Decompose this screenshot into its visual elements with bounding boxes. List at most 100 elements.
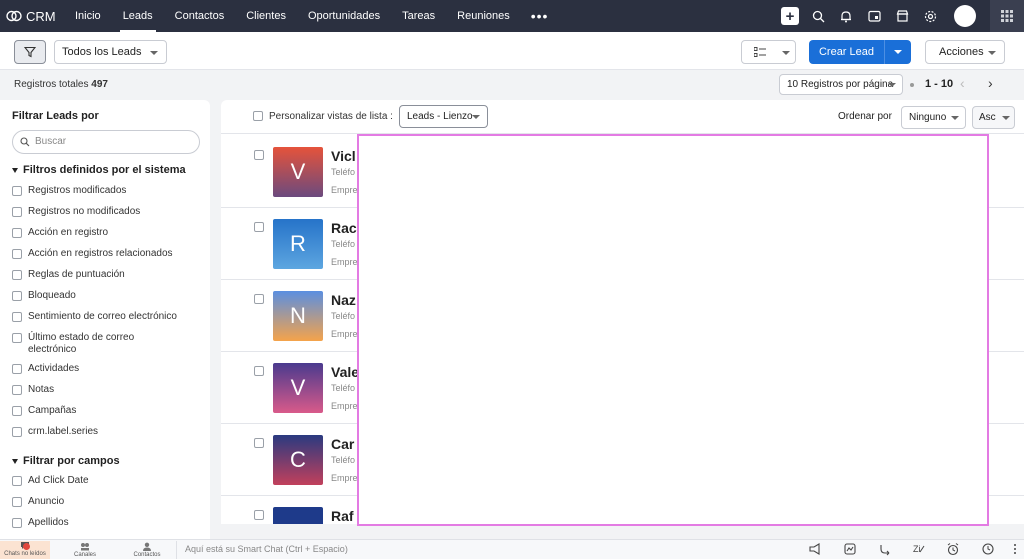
nav-item-tareas[interactable]: Tareas: [391, 0, 446, 32]
plus-icon: +: [781, 7, 799, 25]
sort-order-label: Asc: [979, 112, 996, 123]
filter-option[interactable]: Anuncio: [12, 496, 202, 508]
checkbox[interactable]: [12, 291, 22, 301]
checkbox[interactable]: [12, 249, 22, 259]
filter-option[interactable]: Notas: [12, 384, 202, 396]
nav-right-tools: +: [776, 0, 1024, 32]
nav-item-inicio[interactable]: Inicio: [64, 0, 112, 32]
nav-item-leads[interactable]: Leads: [112, 0, 164, 32]
bell-icon[interactable]: [832, 0, 860, 32]
checkbox[interactable]: [12, 207, 22, 217]
crm-logo[interactable]: CRM: [0, 9, 64, 24]
lead-avatar-tile: V: [273, 147, 323, 197]
calendar-icon[interactable]: [860, 0, 888, 32]
row-checkbox[interactable]: [254, 222, 264, 232]
filter-option[interactable]: Campañas: [12, 405, 202, 417]
checkbox[interactable]: [12, 333, 22, 343]
lead-phone: Teléfo: [331, 383, 356, 393]
refresh-icon[interactable]: [878, 542, 892, 556]
lead-phone: Teléfo: [331, 167, 356, 177]
search-icon[interactable]: [804, 0, 832, 32]
lead-company: Empre: [331, 257, 357, 267]
alarm-clock-icon[interactable]: [946, 542, 960, 556]
row-checkbox[interactable]: [254, 366, 264, 376]
checkbox[interactable]: [12, 406, 22, 416]
lead-name[interactable]: Raf: [331, 508, 357, 524]
field-filters-section[interactable]: Filtrar por campos: [12, 455, 120, 467]
nav-item-contactos[interactable]: Contactos: [164, 0, 236, 32]
previous-page-icon[interactable]: ‹: [960, 75, 965, 91]
filter-option[interactable]: Último estado de correo electrónico: [12, 332, 162, 356]
nav-more-icon[interactable]: •••: [521, 0, 559, 32]
more-vertical-icon[interactable]: [1008, 542, 1022, 556]
create-lead-label: Crear Lead: [809, 40, 885, 64]
lead-name[interactable]: Naz: [331, 292, 357, 308]
row-checkbox[interactable]: [254, 294, 264, 304]
row-checkbox[interactable]: [254, 510, 264, 520]
filter-option[interactable]: Reglas de puntuación: [12, 269, 202, 281]
channels-button[interactable]: Canales: [60, 542, 110, 558]
sort-field-select[interactable]: Ninguno: [901, 106, 966, 129]
lead-name[interactable]: Vale: [331, 364, 357, 380]
checkbox[interactable]: [12, 497, 22, 507]
filter-option[interactable]: Actividades: [12, 363, 202, 375]
lead-name[interactable]: Rac: [331, 220, 357, 236]
next-page-icon[interactable]: ›: [988, 75, 993, 91]
nav-item-clientes[interactable]: Clientes: [235, 0, 297, 32]
checkbox[interactable]: [12, 186, 22, 196]
list-layout-button[interactable]: [741, 40, 796, 64]
analytics-icon[interactable]: [843, 542, 857, 556]
filter-toggle-button[interactable]: [14, 40, 46, 64]
filter-option[interactable]: Apellidos: [12, 517, 202, 529]
checkbox[interactable]: [12, 270, 22, 280]
checkbox[interactable]: [12, 228, 22, 238]
row-checkbox[interactable]: [254, 438, 264, 448]
checkbox[interactable]: [12, 364, 22, 374]
checkbox[interactable]: [12, 312, 22, 322]
smart-chat-input[interactable]: Aquí está su Smart Chat (Ctrl + Espacio): [176, 541, 796, 559]
checkbox[interactable]: [12, 518, 22, 528]
filter-option[interactable]: Bloqueado: [12, 290, 202, 302]
records-per-page-select[interactable]: 10 Registros por página: [779, 74, 903, 95]
filter-option[interactable]: Acción en registro: [12, 227, 202, 239]
unread-chats-button[interactable]: Chats no leídos: [0, 541, 50, 559]
gear-icon[interactable]: [916, 0, 944, 32]
app-grid-icon[interactable]: [990, 0, 1024, 32]
filter-option[interactable]: crm.label.series: [12, 426, 202, 438]
checkbox[interactable]: [12, 476, 22, 486]
filter-label: Acción en registros relacionados: [28, 248, 173, 259]
lead-name[interactable]: Car: [331, 436, 357, 452]
select-all-checkbox[interactable]: [253, 111, 263, 121]
filter-label: Bloqueado: [28, 290, 76, 301]
lead-company: Empre: [331, 473, 357, 483]
contacts-button[interactable]: Contactos: [122, 542, 172, 558]
filter-option[interactable]: Registros modificados: [12, 185, 202, 197]
create-lead-dropdown[interactable]: [885, 40, 911, 64]
checkbox[interactable]: [12, 427, 22, 437]
row-checkbox[interactable]: [254, 150, 264, 160]
translate-icon[interactable]: Zi: [912, 542, 926, 556]
megaphone-icon[interactable]: [808, 542, 822, 556]
filter-label: Registros modificados: [28, 185, 127, 196]
marketplace-icon[interactable]: [888, 0, 916, 32]
system-filters-section[interactable]: Filtros definidos por el sistema: [12, 164, 186, 176]
canvas-view-select[interactable]: Leads - Lienzo: [399, 105, 488, 128]
filter-option[interactable]: Acción en registros relacionados: [12, 248, 202, 260]
lead-name[interactable]: Vicl: [331, 148, 357, 164]
sort-order-select[interactable]: Asc: [972, 106, 1015, 129]
sidebar-search-input[interactable]: Buscar: [12, 130, 200, 154]
filter-option[interactable]: Ad Click Date: [12, 475, 202, 487]
view-selector[interactable]: Todos los Leads: [54, 40, 167, 64]
lead-initial: V: [290, 159, 306, 184]
actions-button[interactable]: Acciones: [925, 40, 1005, 64]
create-lead-button[interactable]: Crear Lead: [809, 40, 911, 64]
history-icon[interactable]: [981, 542, 995, 556]
lead-initial: R: [290, 231, 306, 256]
filter-option[interactable]: Sentimiento de correo electrónico: [12, 311, 202, 323]
nav-item-reuniones[interactable]: Reuniones: [446, 0, 521, 32]
filter-option[interactable]: Registros no modificados: [12, 206, 202, 218]
checkbox[interactable]: [12, 385, 22, 395]
nav-item-oportunidades[interactable]: Oportunidades: [297, 0, 391, 32]
user-avatar[interactable]: [954, 5, 976, 27]
quick-create-button[interactable]: +: [776, 0, 804, 32]
